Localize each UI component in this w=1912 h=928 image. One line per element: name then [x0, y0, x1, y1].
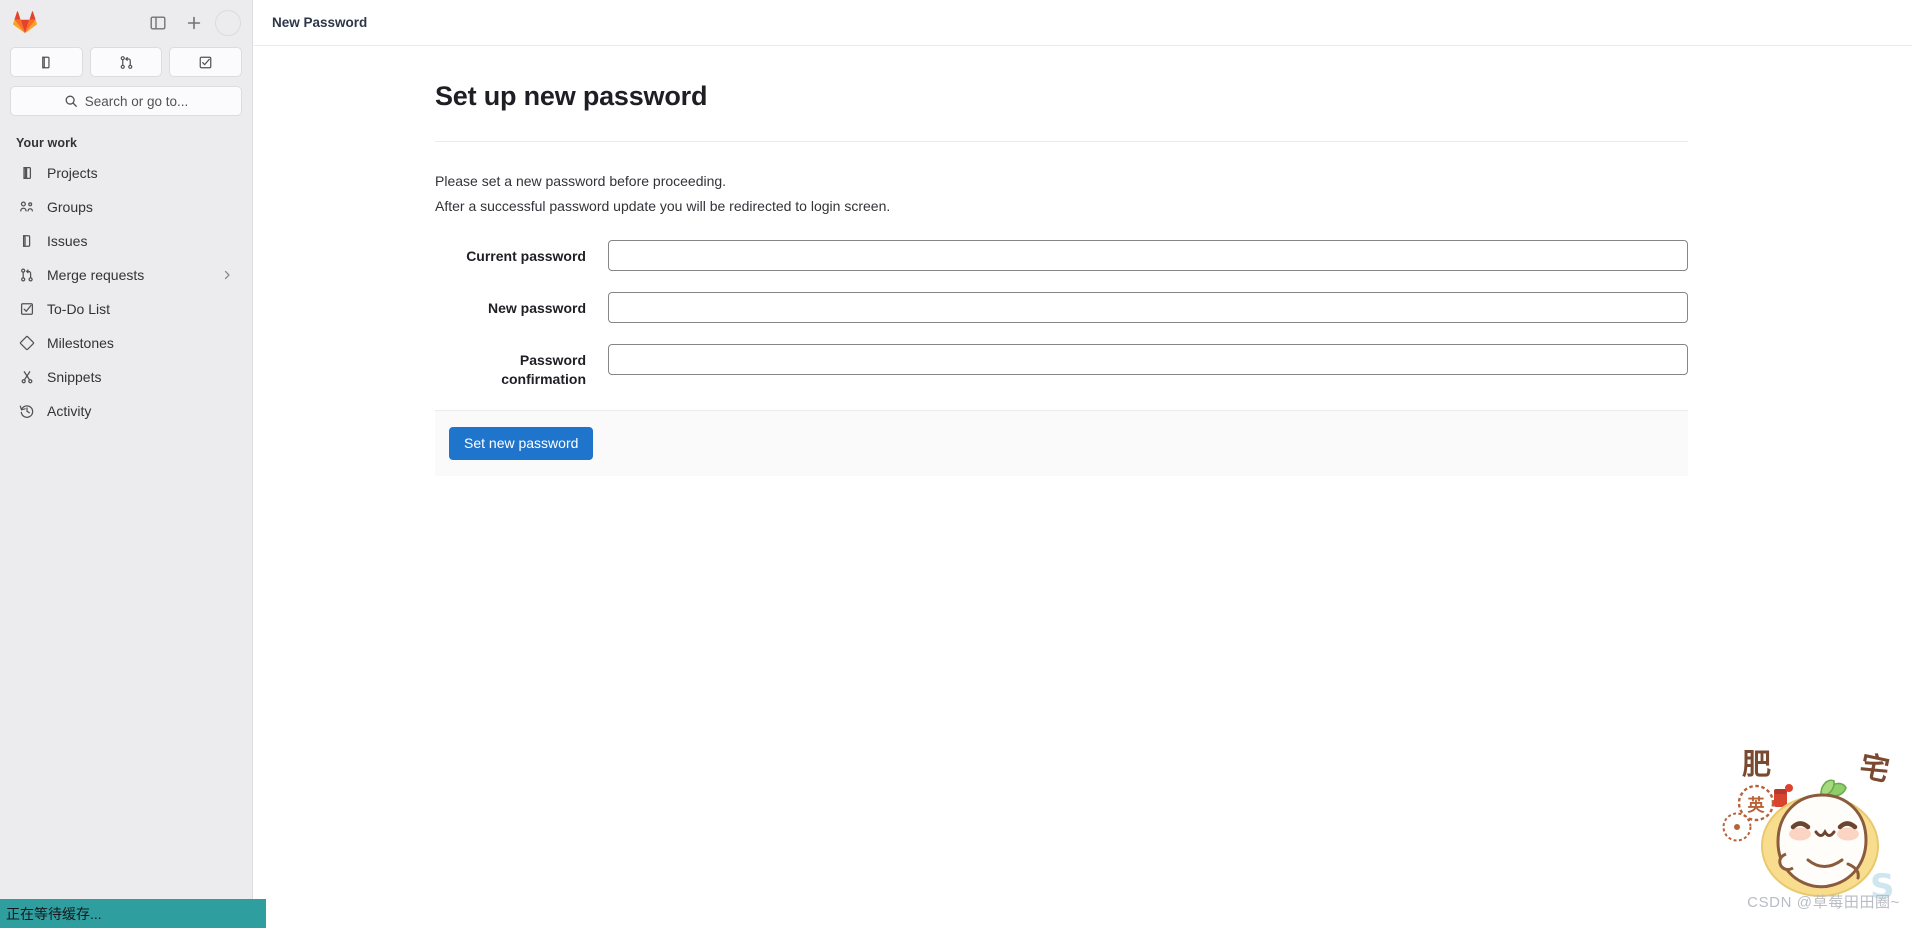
intro-text-block: Please set a new password before proceed…: [435, 169, 1688, 219]
form-row-current-password: Current password: [435, 240, 1688, 272]
top-bar: New Password: [253, 0, 1912, 46]
group-icon: [18, 199, 35, 216]
heading-divider: [435, 141, 1688, 143]
content-container: Set up new password Please set a new pas…: [253, 46, 1912, 477]
left-sidebar: Search or go to... Your work Projects Gr…: [0, 0, 266, 928]
sidebar-item-label: Merge requests: [47, 267, 145, 283]
intro-line-2: After a successful password update you w…: [435, 198, 891, 215]
set-new-password-button[interactable]: Set new password: [449, 426, 594, 461]
quick-issues-button[interactable]: [10, 47, 83, 77]
sidebar-item-milestones[interactable]: Milestones: [10, 326, 242, 360]
password-confirmation-label: Password confirmation: [501, 352, 586, 387]
sidebar-section-title: Your work: [16, 136, 78, 150]
sidebar-item-groups[interactable]: Groups: [10, 190, 242, 224]
sidebar-item-label: Issues: [47, 233, 88, 249]
sidebar-item-label: Activity: [47, 403, 92, 419]
page-title: Set up new password: [435, 81, 708, 111]
status-bar: 正在等待缓存...: [0, 899, 266, 928]
sidebar-item-issues[interactable]: Issues: [10, 224, 242, 258]
content-scroll-region: Set up new password Please set a new pas…: [253, 46, 1912, 928]
sidebar-top-actions: [143, 8, 241, 37]
sidebar-item-merge-requests[interactable]: Merge requests: [10, 258, 242, 292]
sidebar-item-label: Projects: [47, 165, 98, 181]
current-password-label: Current password: [466, 248, 586, 265]
form-footer: Set new password: [435, 409, 1688, 477]
quick-todo-button[interactable]: [169, 47, 243, 77]
sidebar-item-label: Groups: [47, 199, 93, 215]
intro-line-1: Please set a new password before proceed…: [435, 173, 727, 190]
merge-request-icon: [18, 267, 35, 284]
panel-toggle-icon[interactable]: [143, 8, 172, 37]
sidebar-item-label: To-Do List: [47, 301, 111, 317]
new-password-input[interactable]: [608, 292, 1688, 324]
issues-icon: [18, 233, 35, 250]
activity-history-icon: [18, 403, 35, 420]
search-placeholder-label: Search or go to...: [84, 93, 189, 109]
snippet-scissors-icon: [18, 369, 35, 386]
new-password-field: [608, 292, 1688, 324]
form-row-new-password: New password: [435, 292, 1688, 324]
sidebar-item-projects[interactable]: Projects: [10, 156, 242, 190]
sidebar-nav-list: Projects Groups Issues Merge requests To…: [0, 156, 252, 428]
sidebar-item-snippets[interactable]: Snippets: [10, 360, 242, 394]
avatar-icon[interactable]: [215, 9, 241, 36]
page-breadcrumb-title: New Password: [272, 15, 368, 30]
main-area: New Password Set up new password Please …: [253, 0, 1912, 928]
status-bar-text: 正在等待缓存...: [6, 905, 102, 922]
password-confirmation-field: [608, 344, 1688, 376]
plus-icon[interactable]: [179, 8, 208, 37]
search-input[interactable]: Search or go to...: [10, 86, 242, 116]
current-password-field: [608, 240, 1688, 272]
current-password-input[interactable]: [608, 240, 1688, 272]
sidebar-item-todo-list[interactable]: To-Do List: [10, 292, 242, 326]
sidebar-item-label: Snippets: [47, 369, 102, 385]
quick-merge-requests-button[interactable]: [89, 47, 163, 77]
new-password-form: Current password New password Password c…: [435, 240, 1688, 477]
new-password-label: New password: [487, 300, 586, 317]
sidebar-item-label: Milestones: [47, 335, 114, 351]
gitlab-logo-icon[interactable]: [12, 10, 38, 36]
chevron-right-icon[interactable]: [220, 268, 234, 282]
project-icon: [18, 165, 35, 182]
sidebar-item-activity[interactable]: Activity: [10, 394, 242, 428]
form-row-password-confirmation: Password confirmation: [435, 344, 1688, 387]
search-icon: [64, 94, 78, 108]
gitlab-app-window: Search or go to... Your work Projects Gr…: [0, 0, 1912, 928]
milestone-diamond-icon: [18, 335, 35, 352]
password-confirmation-input[interactable]: [608, 344, 1688, 376]
todo-checkbox-icon: [18, 301, 35, 318]
sidebar-quick-actions: [0, 47, 252, 77]
sidebar-header: [0, 0, 252, 45]
